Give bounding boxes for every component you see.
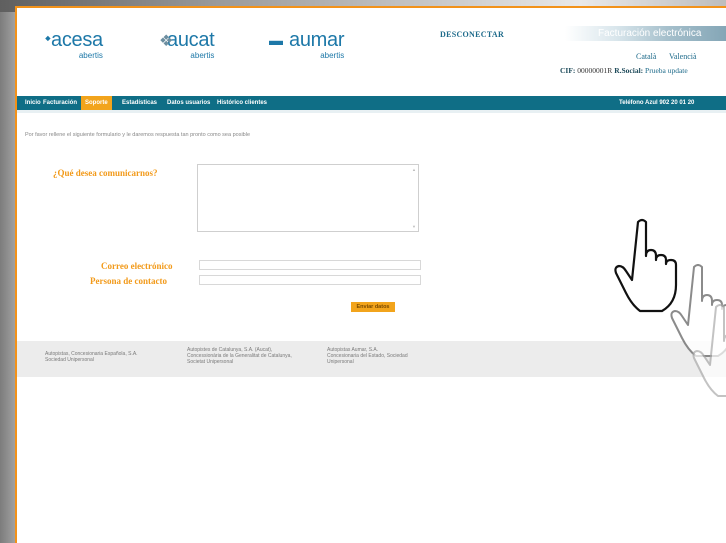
aumar-logo-text: aumar	[289, 29, 345, 51]
razon-social-value: Prueba update	[645, 66, 688, 75]
acesa-logo[interactable]: ⬩ acesa abertis	[45, 29, 103, 60]
send-button[interactable]: Enviar datos	[351, 302, 395, 312]
acesa-logo-text: acesa	[51, 29, 103, 51]
footer-company-acesa: Autopistas, Concesionaria Española, S.A.…	[45, 351, 155, 363]
language-catala-link[interactable]: Català	[636, 52, 656, 61]
account-info: CIF: 00000001R R.Social: Prueba update	[560, 66, 688, 75]
language-valencia-link[interactable]: Valencià	[669, 52, 697, 61]
contact-person-label: Persona de contacto	[90, 276, 167, 286]
nav-item-datos-usuarios[interactable]: Datos usuarios	[167, 96, 210, 110]
message-textarea[interactable]: ▲ ▼	[197, 164, 419, 232]
email-field[interactable]	[199, 260, 421, 270]
footer-company-aucat: Autopistes de Catalunya, S.A. (Aucat), C…	[187, 347, 317, 365]
aucat-logo[interactable]: ❖ aucat abertis	[159, 29, 215, 60]
nav-item-soporte[interactable]: Soporte	[81, 96, 112, 110]
aumar-logo-sub: abertis	[320, 51, 345, 60]
pointer-cursors	[614, 218, 726, 397]
razon-social-label: R.Social:	[614, 66, 644, 75]
footer-line: Societat Unipersonal	[187, 359, 234, 365]
disconnect-link[interactable]: DESCONECTAR	[440, 30, 504, 39]
aucat-logo-sub: abertis	[190, 51, 215, 60]
aucat-logo-icon: ❖	[159, 33, 174, 50]
portal-title: Facturación electrónica	[598, 28, 702, 39]
support-phone: Teléfono Azul 902 20 01 20	[619, 100, 695, 106]
cif-value: 00000001R	[577, 66, 613, 75]
main-navigation: Inicio Facturación Soporte Estadísticas …	[17, 96, 726, 113]
contact-person-field[interactable]	[199, 275, 421, 285]
message-label: ¿Qué desea comunicarnos?	[53, 168, 158, 178]
nav-item-estadisticas[interactable]: Estadísticas	[122, 96, 157, 110]
footer-line: Sociedad Unipersonal	[45, 357, 94, 363]
nav-item-inicio[interactable]: Inicio	[25, 96, 41, 110]
footer-company-aumar: Autopistas Aumar, S.A. Concesionaria del…	[327, 347, 447, 365]
scroll-up-icon: ▲	[412, 167, 416, 172]
form-instructions: Por favor rellene el siguiente formulari…	[25, 132, 251, 138]
scroll-down-icon: ▼	[412, 224, 416, 229]
aumar-logo[interactable]: ▬ aumar abertis	[269, 29, 345, 60]
aumar-logo-icon: ▬	[269, 32, 283, 48]
email-label: Correo electrónico	[101, 261, 173, 271]
acesa-logo-sub: abertis	[78, 51, 103, 60]
footer-line: Unipersonal	[327, 359, 354, 365]
cif-label: CIF:	[560, 66, 576, 75]
aucat-logo-text: aucat	[167, 29, 215, 51]
acesa-logo-icon: ⬩	[45, 30, 51, 47]
nav-item-facturacion[interactable]: Facturación	[43, 96, 77, 110]
nav-item-historico-clientes[interactable]: Histórico clientes	[217, 96, 267, 110]
hand-pointer-icon	[614, 218, 678, 313]
